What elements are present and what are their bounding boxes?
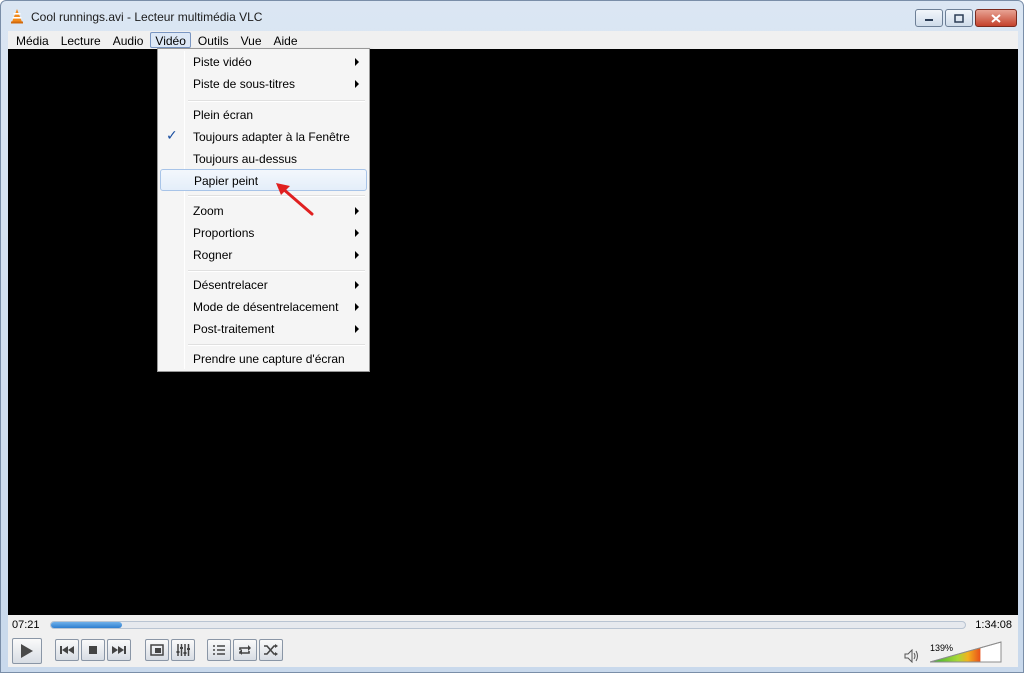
loop-icon [239, 645, 251, 655]
menu-lecture[interactable]: Lecture [56, 32, 106, 48]
menu-item-piste-sous-titres[interactable]: Piste de sous-titres [160, 73, 367, 95]
minimize-button[interactable] [915, 9, 943, 27]
submenu-arrow-icon [355, 325, 359, 333]
menu-item-label: Papier peint [194, 174, 259, 188]
previous-button[interactable] [55, 639, 79, 661]
menu-bar: Média Lecture Audio Vidéo Outils Vue Aid… [8, 31, 1018, 49]
menu-item-toujours-adapter[interactable]: ✓ Toujours adapter à la Fenêtre [160, 126, 367, 148]
menu-item-label: Plein écran [193, 108, 254, 122]
menu-item-label: Zoom [193, 204, 224, 218]
menu-aide[interactable]: Aide [269, 32, 303, 48]
video-menu-dropdown: Piste vidéo Piste de sous-titres Plein é… [157, 48, 370, 372]
volume-percent: 139% [930, 643, 954, 653]
total-time[interactable]: 1:34:08 [975, 619, 1012, 631]
menu-item-piste-video[interactable]: Piste vidéo [160, 51, 367, 73]
menu-item-proportions[interactable]: Proportions [160, 222, 367, 244]
menu-item-zoom[interactable]: Zoom [160, 200, 367, 222]
submenu-arrow-icon [355, 281, 359, 289]
seek-bar[interactable] [50, 621, 966, 629]
menu-vue[interactable]: Vue [236, 32, 267, 48]
playlist-icon [213, 645, 225, 655]
submenu-arrow-icon [355, 58, 359, 66]
menu-item-mode-desentrelacement[interactable]: Mode de désentrelacement [160, 296, 367, 318]
menu-item-label: Mode de désentrelacement [193, 300, 339, 314]
menu-item-label: Piste de sous-titres [193, 77, 296, 91]
menu-item-label: Prendre une capture d'écran [193, 352, 345, 366]
checkmark-icon: ✓ [166, 128, 178, 144]
menu-audio[interactable]: Audio [108, 32, 149, 48]
menu-item-rogner[interactable]: Rogner [160, 244, 367, 266]
playlist-button[interactable] [207, 639, 231, 661]
fullscreen-icon [150, 644, 164, 656]
menu-separator [188, 270, 365, 272]
menu-item-label: Piste vidéo [193, 55, 252, 69]
menu-item-label: Désentrelacer [193, 278, 268, 292]
menu-item-desentrelacer[interactable]: Désentrelacer [160, 274, 367, 296]
vlc-window: Cool runnings.avi - Lecteur multimédia V… [0, 0, 1024, 673]
speaker-icon[interactable] [904, 649, 920, 663]
menu-separator [188, 100, 365, 102]
annotation-arrow-icon [276, 183, 314, 216]
play-icon [21, 644, 33, 658]
stop-icon [89, 646, 97, 654]
menu-item-label: Toujours au-dessus [193, 152, 298, 166]
previous-icon [60, 646, 74, 654]
menu-item-plein-ecran[interactable]: Plein écran [160, 104, 367, 126]
menu-outils[interactable]: Outils [193, 32, 234, 48]
stop-button[interactable] [81, 639, 105, 661]
menu-item-capture-ecran[interactable]: Prendre une capture d'écran [160, 348, 367, 370]
submenu-arrow-icon [355, 303, 359, 311]
menu-item-label: Toujours adapter à la Fenêtre [193, 130, 350, 144]
equalizer-icon [176, 644, 190, 656]
equalizer-button[interactable] [171, 639, 195, 661]
menu-media[interactable]: Média [11, 32, 54, 48]
next-button[interactable] [107, 639, 131, 661]
menu-item-post-traitement[interactable]: Post-traitement [160, 318, 367, 340]
submenu-arrow-icon [355, 251, 359, 259]
menu-item-papier-peint[interactable]: Papier peint [160, 169, 367, 191]
window-title: Cool runnings.avi - Lecteur multimédia V… [31, 10, 263, 24]
next-icon [112, 646, 126, 654]
menu-item-toujours-au-dessus[interactable]: Toujours au-dessus [160, 148, 367, 170]
menu-video[interactable]: Vidéo [150, 32, 191, 48]
menu-separator [188, 344, 365, 346]
shuffle-icon [264, 644, 278, 656]
submenu-arrow-icon [355, 80, 359, 88]
shuffle-button[interactable] [259, 639, 283, 661]
player-controls: 07:21 1:34:08 139% [8, 615, 1018, 667]
seek-progress [51, 622, 123, 628]
title-bar: Cool runnings.avi - Lecteur multimédia V… [1, 1, 1023, 31]
loop-button[interactable] [233, 639, 257, 661]
menu-item-label: Proportions [193, 226, 255, 240]
maximize-button[interactable] [945, 9, 973, 27]
menu-item-label: Post-traitement [193, 322, 275, 336]
elapsed-time: 07:21 [12, 619, 40, 631]
fullscreen-button[interactable] [145, 639, 169, 661]
submenu-arrow-icon [355, 229, 359, 237]
minimize-icon [925, 19, 933, 21]
menu-item-label: Rogner [193, 248, 233, 262]
vlc-cone-icon [11, 9, 23, 24]
window-controls [915, 9, 1017, 27]
close-button[interactable] [975, 9, 1017, 27]
close-icon [991, 13, 1001, 23]
maximize-icon [954, 13, 964, 23]
submenu-arrow-icon [355, 207, 359, 215]
play-button[interactable] [12, 638, 42, 664]
